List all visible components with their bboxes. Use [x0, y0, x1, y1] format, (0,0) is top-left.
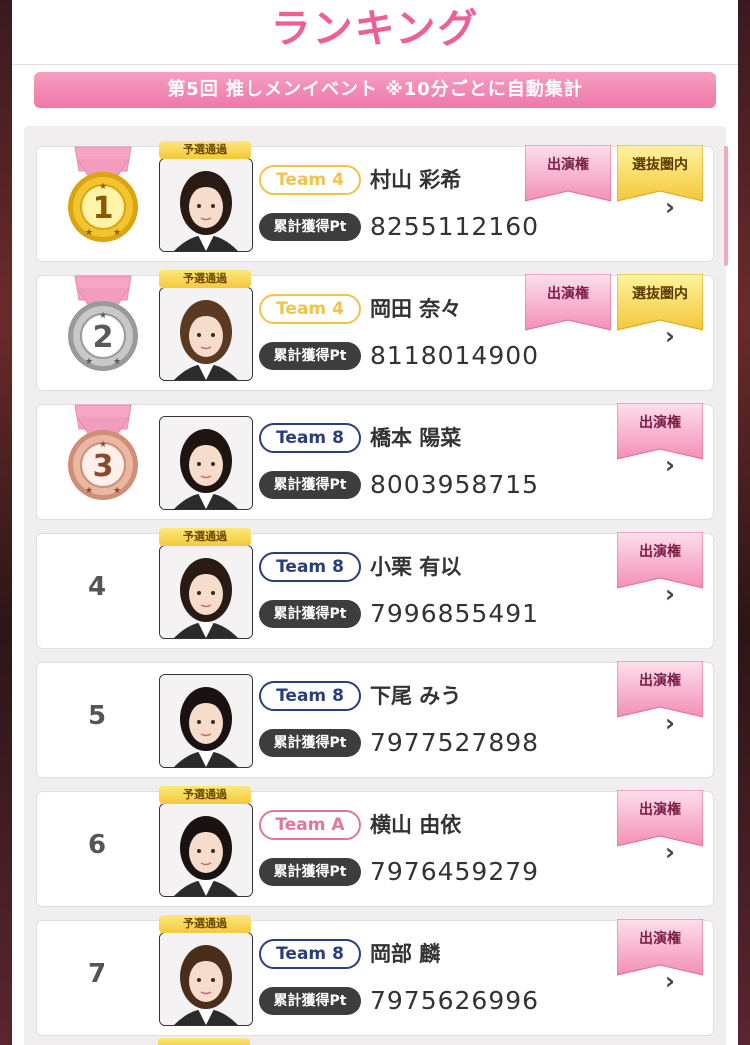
selection-zone-flag: 選抜圏内: [617, 274, 703, 332]
points-label: 累計獲得Pt: [259, 471, 361, 499]
points-label: 累計獲得Pt: [259, 600, 361, 628]
header: ランキング: [12, 0, 738, 65]
member-name: 村山 彩希: [370, 168, 462, 192]
rank-number: 7: [87, 959, 107, 989]
member-name: 岡部 麟: [370, 942, 441, 966]
member-avatar: [159, 803, 253, 897]
team-badge: Team A: [259, 810, 361, 840]
rank-number: 4: [87, 572, 107, 602]
event-banner: 第5回 推しメンイベント ※10分ごとに自動集計: [34, 72, 716, 108]
appearance-right-label: 出演権: [639, 544, 681, 560]
appearance-right-flag: 出演権: [617, 790, 703, 848]
selection-zone-label: 選抜圏内: [632, 157, 688, 173]
team-badge: Team 8: [259, 681, 361, 711]
svg-text:★: ★: [99, 440, 107, 450]
svg-text:3: 3: [93, 449, 114, 484]
chevron-right-icon[interactable]: ›: [665, 969, 675, 993]
team-badge: Team 8: [259, 939, 361, 969]
rank-number: 6: [87, 830, 107, 860]
ranking-panel: ランキング 第5回 推しメンイベント ※10分ごとに自動集計 1 ★ ★ ★ 予選通過 T…: [12, 0, 738, 1045]
appearance-right-label: 出演権: [639, 673, 681, 689]
points-label: 累計獲得Pt: [259, 213, 361, 241]
points-value: 7977527898: [370, 728, 540, 757]
qualified-badge: 予選通過: [159, 786, 251, 804]
qualified-badge: 予選通過: [159, 915, 251, 933]
appearance-right-flag: 出演権: [617, 403, 703, 461]
member-name: 岡田 奈々: [370, 297, 462, 321]
rank-medal-icon: 2 ★ ★ ★: [67, 270, 139, 376]
appearance-right-flag: 出演権: [525, 274, 611, 332]
points-label: 累計獲得Pt: [259, 729, 361, 757]
selection-zone-label: 選抜圏内: [632, 286, 688, 302]
svg-text:★: ★: [113, 228, 121, 238]
member-name: 小栗 有以: [370, 555, 462, 579]
appearance-right-label: 出演権: [639, 802, 681, 818]
ranking-row[interactable]: 5 Team 8 下尾 みう 累計獲得Pt 7977527898 出演権 ›: [36, 661, 714, 778]
member-avatar: [159, 932, 253, 1026]
member-avatar: [159, 674, 253, 768]
points-value: 8003958715: [370, 470, 540, 499]
team-badge: Team 4: [259, 294, 361, 324]
ranking-row[interactable]: 4 予選通過 Team 8 小栗 有以 累計獲得Pt 7996855491 出演権 ›: [36, 528, 714, 649]
appearance-right-label: 出演権: [639, 931, 681, 947]
svg-text:★: ★: [85, 228, 93, 238]
qualified-badge: 予選通過: [159, 270, 251, 288]
points-value: 7996855491: [370, 599, 540, 628]
member-name: 横山 由依: [370, 813, 462, 837]
ranking-row[interactable]: 1 ★ ★ ★ 予選通過 Team 4 村山 彩希 累計獲得Pt 8255112160 出演権 選抜…: [36, 141, 714, 262]
chevron-right-icon[interactable]: ›: [665, 840, 675, 864]
background-left: [0, 0, 12, 1045]
points-label: 累計獲得Pt: [259, 858, 361, 886]
chevron-right-icon[interactable]: ›: [665, 711, 675, 735]
member-name: 下尾 みう: [370, 684, 462, 708]
svg-text:★: ★: [85, 486, 93, 496]
ranking-row[interactable]: 7 予選通過 Team 8 岡部 麟累計獲得Pt 7975626996 出演権 ›: [36, 915, 714, 1036]
ranking-row[interactable]: 6 予選通過 Team A 横山 由依 累計獲得Pt 7976459279 出演権 ›: [36, 786, 714, 907]
svg-text:★: ★: [113, 486, 121, 496]
ranking-row[interactable]: 3 ★ ★ ★ Team 8 橋本 陽菜 累計獲得Pt 8003958715 出演権 ›: [36, 403, 714, 520]
member-name: 橋本 陽菜: [370, 426, 462, 450]
points-label: 累計獲得Pt: [259, 987, 361, 1015]
appearance-right-flag: 出演権: [617, 532, 703, 590]
background-right: [738, 0, 750, 1045]
member-avatar: [159, 545, 253, 639]
appearance-right-label: 出演権: [639, 415, 681, 431]
points-value: 7975626996: [370, 986, 540, 1015]
ranking-row[interactable]: 2 ★ ★ ★ 予選通過 Team 4 岡田 奈々 累計獲得Pt 8118014900 出演権 選抜…: [36, 270, 714, 391]
points-value: 8255112160: [370, 212, 540, 241]
qualified-badge: 予選通過: [159, 141, 251, 159]
appearance-right-flag: 出演権: [525, 145, 611, 203]
chevron-right-icon[interactable]: ›: [665, 453, 675, 477]
points-value: 7976459279: [370, 857, 540, 886]
svg-text:★: ★: [85, 357, 93, 367]
rank-medal-icon: 1 ★ ★ ★: [67, 141, 139, 247]
team-badge: Team 4: [259, 165, 361, 195]
chevron-right-icon[interactable]: ›: [665, 582, 675, 606]
points-label: 累計獲得Pt: [259, 342, 361, 370]
chevron-right-icon[interactable]: ›: [665, 324, 675, 348]
member-avatar: [159, 416, 253, 510]
scrollbar[interactable]: [724, 146, 728, 266]
page-title: ランキング: [270, 6, 480, 52]
team-badge: Team 8: [259, 423, 361, 453]
svg-text:★: ★: [99, 182, 107, 192]
rank-number: 5: [87, 701, 107, 731]
points-value: 8118014900: [370, 341, 540, 370]
member-avatar: [159, 158, 253, 252]
svg-text:2: 2: [93, 320, 114, 355]
next-row-qualified-badge: [158, 1038, 250, 1045]
selection-zone-flag: 選抜圏内: [617, 145, 703, 203]
appearance-right-label: 出演権: [547, 286, 589, 302]
member-avatar: [159, 287, 253, 381]
svg-text:1: 1: [93, 191, 114, 226]
appearance-right-flag: 出演権: [617, 919, 703, 977]
team-badge: Team 8: [259, 552, 361, 582]
appearance-right-flag: 出演権: [617, 661, 703, 719]
rank-medal-icon: 3 ★ ★ ★: [67, 399, 139, 505]
svg-text:★: ★: [99, 311, 107, 321]
appearance-right-label: 出演権: [547, 157, 589, 173]
qualified-badge: 予選通過: [159, 528, 251, 546]
chevron-right-icon[interactable]: ›: [665, 195, 675, 219]
svg-text:★: ★: [113, 357, 121, 367]
